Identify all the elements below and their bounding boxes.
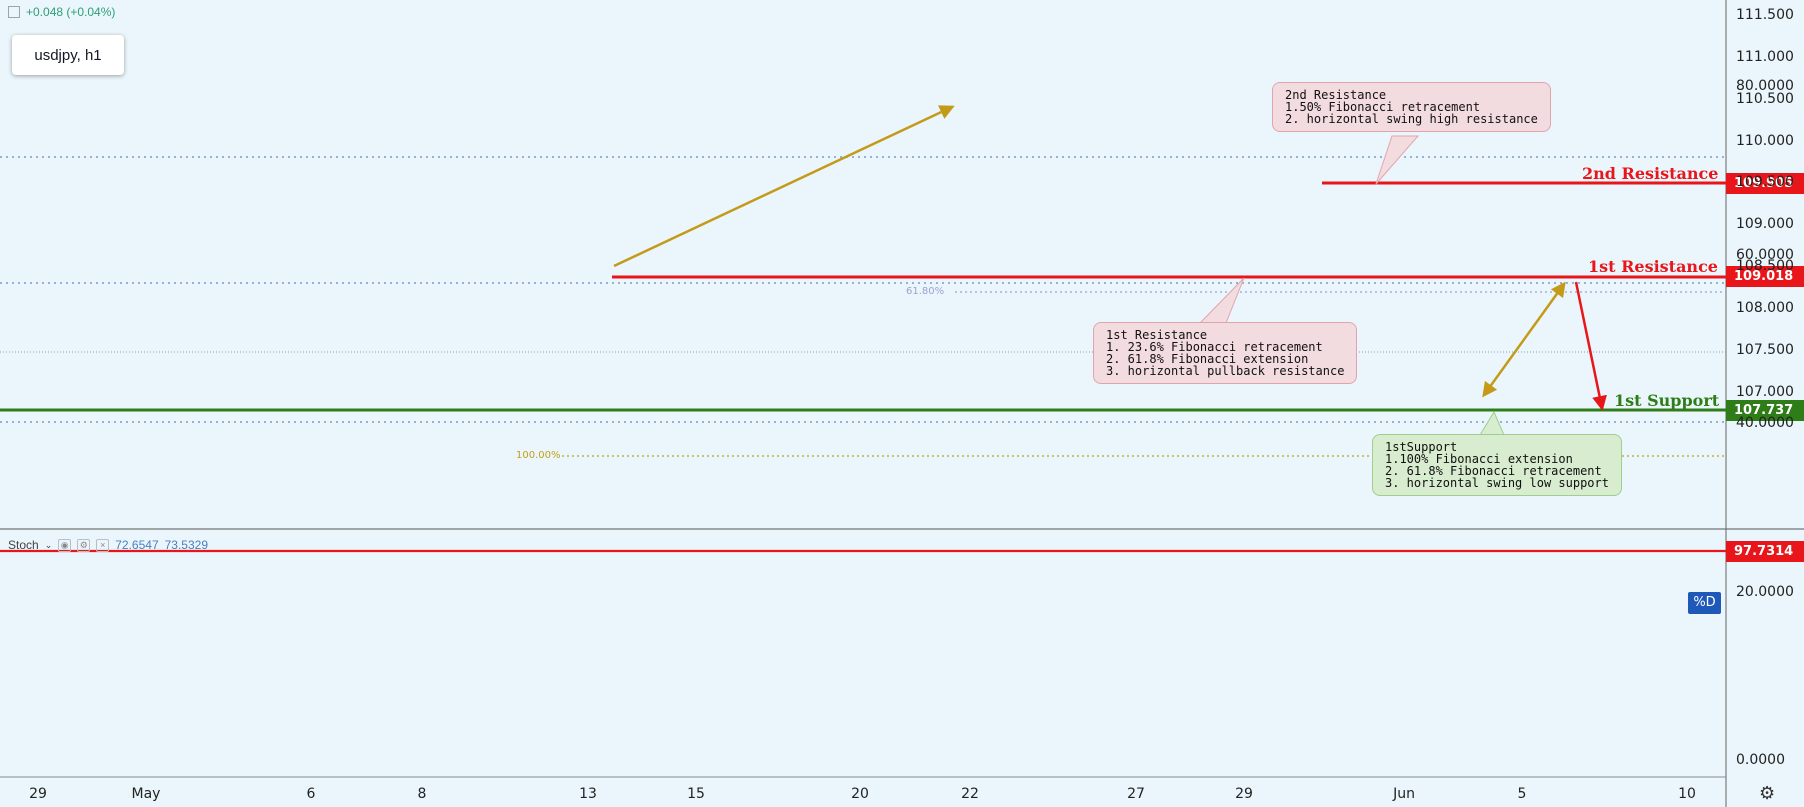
level-label-1st-resistance: 1st Resistance: [1588, 257, 1718, 276]
time-axis-tick: 5: [1517, 786, 1527, 802]
price-axis-tick: 111.500: [1736, 7, 1794, 23]
stoch-name[interactable]: Stoch: [8, 538, 39, 552]
time-axis-tick: 15: [687, 786, 705, 802]
time-axis-tick: 20: [851, 786, 869, 802]
time-axis-tick: Jun: [1393, 786, 1415, 802]
price-axis-tick: 109.500: [1736, 174, 1794, 191]
price-axis-tick: 110.000: [1736, 132, 1794, 149]
price-axis-tick: 107.500: [1736, 341, 1794, 358]
chevron-down-icon[interactable]: ⌄: [45, 540, 53, 551]
level-label-1st-support: 1st Support: [1614, 391, 1720, 410]
stoch-value-d: 73.5329: [164, 538, 209, 552]
price-axis-tick: 108.000: [1736, 299, 1794, 316]
stoch-legend: Stoch ⌄ ◉ ⚙ × 72.6547 73.5329: [8, 538, 208, 552]
settings-icon[interactable]: ⚙: [77, 538, 91, 552]
note-1st-resistance: 1st Resistance 1. 23.6% Fibonacci retrac…: [1093, 322, 1358, 384]
time-axis-tick: May: [131, 786, 161, 802]
price-change-value: +0.048 (+0.04%): [26, 5, 116, 19]
stoch-axis-tick: 80.0000: [1736, 78, 1794, 95]
stoch-axis-tick: 20.0000: [1736, 583, 1794, 600]
time-axis-tick: 10: [1678, 786, 1696, 802]
time-axis-tick: 27: [1127, 786, 1145, 802]
fib-618-label: 61.80%: [906, 286, 945, 297]
symbol-label[interactable]: usdjpy, h1: [12, 35, 124, 75]
time-axis-tick: 22: [961, 786, 979, 802]
legend-toggle-icon[interactable]: [8, 6, 20, 18]
time-axis-tick: 29: [29, 786, 47, 802]
price-change-legend: +0.048 (+0.04%): [8, 5, 115, 19]
stoch-axis-tick: 40.0000: [1736, 415, 1794, 432]
level-label-2nd-resistance: 2nd Resistance: [1582, 164, 1719, 183]
stoch-axis-tick: 60.0000: [1736, 246, 1794, 263]
price-axis-tick: 107.000: [1736, 383, 1794, 400]
stoch-value-k: 72.6547: [115, 538, 159, 552]
fib-100-label: 100.00%: [516, 450, 561, 461]
chart-root: +0.048 (+0.04%) usdjpy, h1 2nd Resistanc…: [0, 0, 1804, 807]
note-1st-support: 1stSupport 1.100% Fibonacci extension 2.…: [1372, 434, 1622, 496]
eye-icon[interactable]: ◉: [58, 538, 72, 552]
note-2nd-resistance: 2nd Resistance 1.50% Fibonacci retraceme…: [1272, 82, 1551, 132]
time-axis-tick: 29: [1235, 786, 1253, 802]
price-axis-tick: 109.000: [1736, 216, 1794, 233]
time-axis-tick: 8: [417, 786, 427, 802]
time-axis-tick: 13: [579, 786, 597, 802]
stoch-axis-tick: 0.0000: [1736, 752, 1785, 768]
time-axis-tick: 6: [306, 786, 316, 802]
price-axis-tick: 111.000: [1736, 48, 1794, 65]
stoch-d-badge: %D: [1688, 592, 1721, 614]
price-tag-stoch-level: 97.7314: [1726, 541, 1804, 562]
settings-gear-icon[interactable]: ⚙: [1759, 783, 1775, 804]
close-icon[interactable]: ×: [96, 538, 110, 552]
